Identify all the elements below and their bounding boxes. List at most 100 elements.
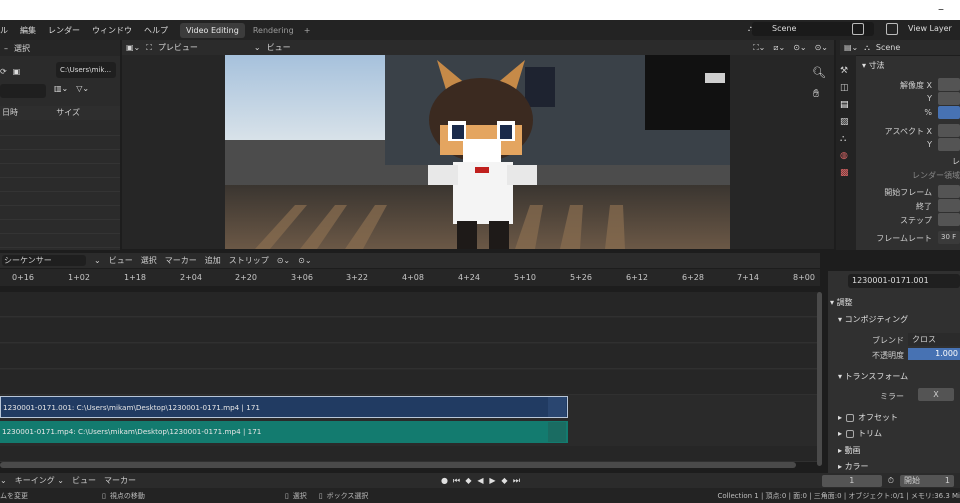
sequencer-mode-dropdown[interactable]: シーケンサー [2, 255, 86, 266]
timeline-menu-view[interactable]: ビュー [72, 475, 96, 486]
editor-type-icon[interactable]: ▣⌄ [126, 43, 140, 52]
clock-icon[interactable]: ⏱ [888, 476, 894, 486]
file-path-field[interactable]: C:\Users\mik... [56, 62, 116, 78]
preview-view-menu[interactable]: ビュー [267, 42, 291, 53]
tab-video-editing[interactable]: Video Editing [180, 22, 245, 38]
tool-tab-icon[interactable]: ⚒ [840, 66, 856, 76]
menu-window[interactable]: ウィンドウ [86, 25, 138, 36]
prev-keyframe-icon[interactable]: ◆ [464, 476, 473, 485]
frame-step-field[interactable] [938, 213, 960, 226]
list-item[interactable] [0, 206, 120, 220]
next-keyframe-icon[interactable]: ◆ [500, 476, 509, 485]
seq-menu-add[interactable]: 追加 [205, 255, 221, 266]
compositing-section-header[interactable]: ▾ コンポジティング [838, 314, 908, 325]
opacity-slider[interactable]: 1.000 [908, 348, 960, 360]
jump-start-icon[interactable]: ⏮ [452, 476, 461, 486]
aspect-y-field[interactable] [938, 138, 960, 151]
new-scene-icon[interactable] [852, 23, 864, 35]
new-folder-icon[interactable]: ▣ [13, 67, 21, 76]
resolution-x-field[interactable] [938, 78, 960, 91]
view-layer-tab-icon[interactable]: ▨ [840, 117, 856, 127]
aspect-x-field[interactable] [938, 124, 960, 137]
snap-toggle-icon[interactable]: ⊙⌄ [277, 256, 290, 265]
color-section-header[interactable]: ▸ カラー [838, 461, 869, 472]
menu-render[interactable]: レンダー [42, 25, 86, 36]
meta-strip[interactable]: 1230001-0171.001: C:\Users\mikam\Desktop… [0, 396, 568, 418]
seq-menu-marker[interactable]: マーカー [165, 255, 197, 266]
vertical-scrollbar[interactable] [817, 292, 822, 466]
zoom-icon[interactable]: 🔍︎ [812, 66, 826, 79]
file-browser-filter-field[interactable] [0, 84, 46, 98]
blend-dropdown[interactable]: クロス [908, 333, 960, 346]
seq-menu-view[interactable]: ビュー [109, 255, 133, 266]
menu-edit[interactable]: 編集 [14, 25, 42, 36]
seq-menu-select[interactable]: 選択 [141, 255, 157, 266]
list-item[interactable] [0, 220, 120, 234]
list-item[interactable] [0, 178, 120, 192]
timeline-menu-keying[interactable]: キーイング ⌄ [15, 475, 64, 486]
scene-tab-icon[interactable]: ⛬ [840, 134, 856, 144]
resolution-y-field[interactable] [938, 92, 960, 105]
time-ruler[interactable]: 0+16 1+02 1+18 2+04 2+20 3+06 3+22 4+08 … [0, 269, 820, 286]
tab-rendering[interactable]: Rendering [247, 23, 300, 38]
video-section-header[interactable]: ▸ 動画 [838, 445, 861, 456]
offset-section-header[interactable]: ▸ オフセット [838, 412, 898, 423]
adjust-section-header[interactable]: ▾ 調整 [830, 297, 853, 308]
start-frame-field[interactable]: 開始 1 [900, 474, 954, 487]
output-tab-icon[interactable]: ▤ [840, 100, 856, 110]
snap-icon[interactable]: ⊙⌄ [815, 43, 828, 53]
timeline-menu-marker[interactable]: マーカー [104, 475, 136, 486]
frame-end-field[interactable] [938, 199, 960, 212]
movie-strip[interactable]: 1230001-0171.mp4: C:\Users\mikam\Desktop… [0, 421, 568, 443]
mirror-x-toggle[interactable]: X [918, 388, 954, 401]
timeline-editor-icon[interactable]: ⌄ [0, 476, 7, 485]
add-workspace-button[interactable]: + [304, 26, 311, 35]
list-item[interactable] [0, 122, 120, 136]
record-icon[interactable]: ● [440, 476, 449, 485]
resolution-pct-slider[interactable] [938, 106, 960, 119]
display-mode-icon[interactable]: ▥⌄ [54, 84, 68, 93]
crop-checkbox[interactable] [846, 429, 855, 438]
render-region-crop[interactable]: レンダー領域 [912, 170, 960, 181]
world-tab-icon[interactable]: ◍ [840, 151, 856, 161]
list-item[interactable] [0, 150, 120, 164]
render-region-checkbox[interactable]: レ [952, 156, 960, 167]
overlay-icon[interactable]: ⧄⌄ [773, 43, 785, 53]
overlay-toggle-icon[interactable]: ⊙⌄ [298, 256, 311, 265]
preview-mode-dropdown[interactable]: プレビュー [158, 42, 248, 53]
list-item[interactable] [0, 164, 120, 178]
refresh-icon[interactable]: ⟳ [0, 67, 7, 76]
crop-section-header[interactable]: ▸ トリム [838, 428, 882, 439]
gizmo-icon[interactable]: ⛶⌄ [753, 43, 765, 53]
channel-row[interactable] [0, 370, 820, 395]
transform-section-header[interactable]: ▾ トランスフォーム [838, 371, 908, 382]
play-reverse-icon[interactable]: ◀ [476, 476, 485, 485]
dimensions-section-header[interactable]: ▾ 寸法 [856, 56, 960, 71]
pivot-icon[interactable]: ⊙⌄ [793, 43, 806, 53]
minimize-icon[interactable]: – [938, 2, 944, 16]
strip-handle-right[interactable] [548, 397, 566, 417]
channel-row[interactable] [0, 318, 820, 343]
horizontal-scrollbar[interactable] [0, 462, 796, 468]
channel-row[interactable] [0, 446, 820, 462]
file-browser-select-menu[interactable]: 選択 [14, 43, 30, 54]
render-tab-icon[interactable]: ◫ [840, 83, 856, 93]
frame-rate-dropdown[interactable]: 30 F [938, 231, 960, 244]
filter-icon[interactable]: ▽⌄ [76, 84, 89, 93]
menu-help[interactable]: ヘルプ [138, 25, 174, 36]
view-layer-selector[interactable]: View Layer [908, 22, 952, 36]
pan-hand-icon[interactable]: ✋︎ [813, 87, 819, 101]
column-date[interactable]: 日時 [2, 106, 18, 120]
offset-checkbox[interactable] [846, 413, 855, 422]
list-item[interactable] [0, 234, 120, 248]
menu-render-partial[interactable]: ル [0, 25, 14, 36]
column-size[interactable]: サイズ [56, 106, 80, 120]
channel-row[interactable] [0, 344, 820, 369]
list-item[interactable] [0, 192, 120, 206]
play-icon[interactable]: ▶ [488, 476, 497, 485]
channel-row[interactable] [0, 292, 820, 317]
strip-handle-right[interactable] [548, 422, 566, 442]
current-frame-field[interactable]: 1 [821, 474, 882, 487]
list-item[interactable] [0, 136, 120, 150]
frame-start-field[interactable] [938, 185, 960, 198]
